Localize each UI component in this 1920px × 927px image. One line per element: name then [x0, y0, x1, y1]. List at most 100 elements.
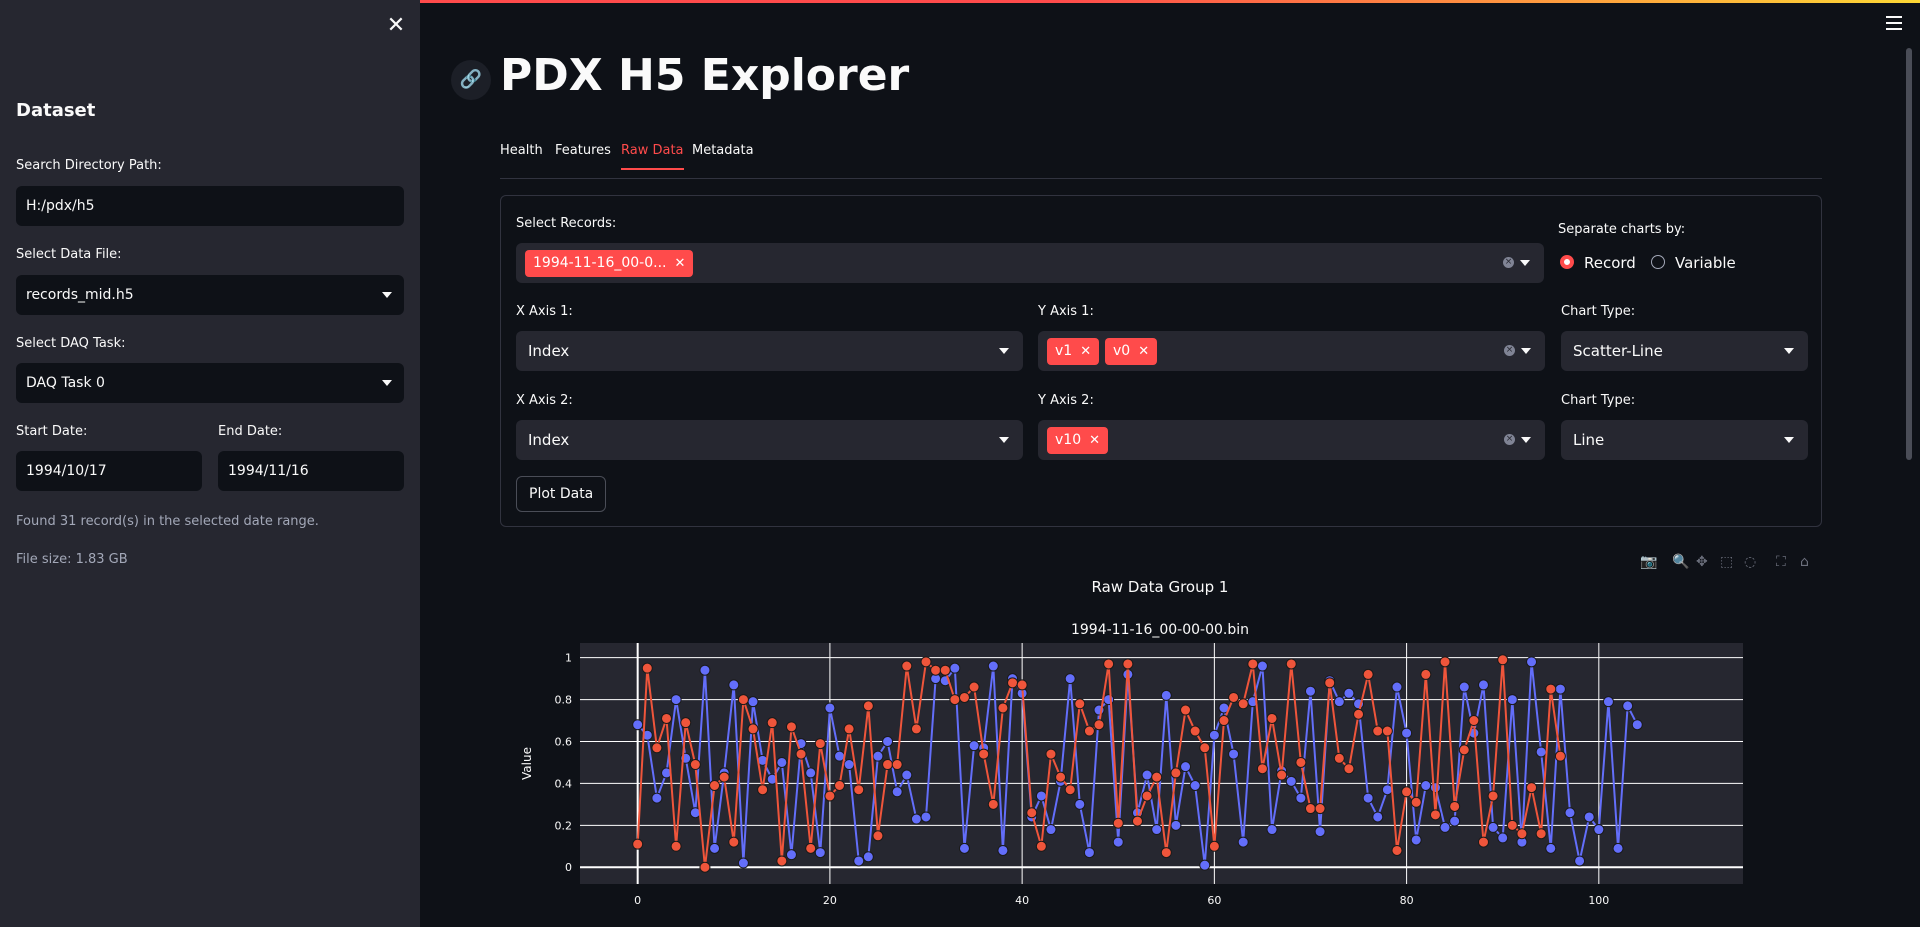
data-point-v1	[1083, 847, 1095, 859]
chart-type-2-value: Line	[1573, 431, 1605, 449]
clear-icon[interactable]: ×	[1503, 257, 1514, 268]
data-point-v0	[814, 738, 826, 750]
data-file-label: Select Data File:	[16, 247, 122, 262]
y-chip-v0[interactable]: v0 ✕	[1105, 338, 1158, 365]
data-point-v0	[1304, 803, 1316, 815]
start-date-input[interactable]: 1994/10/17	[16, 451, 202, 491]
plot-data-button[interactable]: Plot Data	[516, 476, 607, 512]
daq-task-select[interactable]: DAQ Task 0	[16, 363, 404, 403]
data-point-v0	[1295, 756, 1307, 768]
data-point-v0	[1506, 819, 1518, 831]
data-point-v0	[1381, 725, 1393, 737]
tab-features[interactable]: Features	[555, 143, 611, 168]
data-point-v1	[1497, 832, 1509, 844]
record-chip[interactable]: 1994-11-16_00-0... ✕	[525, 250, 694, 277]
y-chip-v1[interactable]: v1 ✕	[1047, 338, 1100, 365]
tab-health[interactable]: Health	[500, 143, 543, 168]
autoscale-icon[interactable]: ⛶	[1776, 554, 1786, 570]
data-point-v0	[997, 702, 1009, 714]
chevron-down-icon	[1784, 437, 1794, 443]
page-title: PDX H5 Explorer	[500, 50, 910, 101]
data-point-v0	[958, 691, 970, 703]
x-axis-2-select[interactable]: Index	[516, 420, 1023, 460]
tab-divider	[500, 178, 1822, 179]
data-point-v0	[1045, 748, 1057, 760]
y-chip-label: v1	[1055, 343, 1073, 359]
lasso-icon[interactable]: ◌	[1744, 554, 1756, 570]
data-point-v1	[1391, 681, 1403, 693]
y-chip-v10[interactable]: v10 ✕	[1047, 427, 1109, 454]
y-axis-2-multiselect[interactable]: v10 ✕ ×	[1038, 420, 1545, 460]
end-date-label: End Date:	[218, 424, 283, 439]
x-tick-label: 20	[823, 894, 837, 907]
clear-icon[interactable]: ×	[1504, 345, 1515, 356]
data-point-v0	[1314, 803, 1326, 815]
x-axis-1-select[interactable]: Index	[516, 331, 1023, 371]
zoom-icon[interactable]: 🔍	[1672, 554, 1689, 570]
sidebar: ✕ Dataset Search Directory Path: H:/pdx/…	[0, 0, 420, 927]
data-point-v0	[968, 681, 980, 693]
search-path-input[interactable]: H:/pdx/h5	[16, 186, 404, 226]
data-point-v1	[785, 849, 797, 861]
data-point-v0	[834, 780, 846, 792]
data-point-v1	[1602, 696, 1614, 708]
data-file-select[interactable]: records_mid.h5	[16, 275, 404, 315]
end-date-input[interactable]: 1994/11/16	[218, 451, 404, 491]
chart-type-2-select[interactable]: Line	[1561, 420, 1808, 460]
remove-chip-icon[interactable]: ✕	[675, 256, 686, 271]
record-chip-label: 1994-11-16_00-0...	[533, 255, 667, 271]
data-point-v0	[728, 836, 740, 848]
chevron-down-icon	[999, 348, 1009, 354]
radio-unselected-icon	[1651, 255, 1665, 269]
records-found-text: Found 31 record(s) in the selected date …	[16, 514, 319, 529]
clear-icon[interactable]: ×	[1504, 434, 1515, 445]
data-file-value: records_mid.h5	[26, 287, 134, 303]
y-tick-label: 0.8	[555, 694, 573, 707]
y-axis-1-label: Y Axis 1:	[1038, 304, 1094, 319]
data-point-v1	[997, 844, 1009, 856]
remove-chip-icon[interactable]: ✕	[1089, 433, 1100, 448]
data-point-v0	[1477, 836, 1489, 848]
close-icon[interactable]: ✕	[384, 14, 408, 38]
chevron-down-icon	[999, 437, 1009, 443]
records-multiselect[interactable]: 1994-11-16_00-0... ✕ ×	[516, 243, 1544, 283]
data-point-v0	[1410, 796, 1422, 808]
data-point-v0	[872, 830, 884, 842]
raw-data-chart[interactable]: 0 0.2 0.4 0.6 0.8 1 0 20 40 60 80 100 Value	[500, 630, 1820, 927]
data-point-v0	[1151, 771, 1163, 783]
tab-metadata[interactable]: Metadata	[692, 143, 754, 168]
data-point-v1	[1429, 782, 1441, 794]
data-point-v0	[1526, 782, 1538, 794]
box-select-icon[interactable]: ⬚	[1720, 554, 1733, 570]
tab-raw-data[interactable]: Raw Data	[621, 143, 684, 170]
pan-icon[interactable]: ✥	[1696, 554, 1708, 570]
y-tick-label: 0	[565, 861, 572, 874]
chart-type-1-select[interactable]: Scatter-Line	[1561, 331, 1808, 371]
data-point-v0	[795, 748, 807, 760]
page-scrollbar[interactable]	[1906, 48, 1912, 460]
data-point-v1	[1141, 769, 1153, 781]
hamburger-icon[interactable]	[1886, 16, 1902, 30]
data-point-v0	[1266, 712, 1278, 724]
data-point-v1	[1458, 681, 1470, 693]
data-point-v0	[1103, 658, 1115, 670]
data-point-v0	[1083, 725, 1095, 737]
home-icon[interactable]: ⌂	[1800, 554, 1809, 570]
data-point-v0	[920, 656, 932, 668]
data-point-v0	[1228, 691, 1240, 703]
data-point-v0	[1401, 786, 1413, 798]
camera-icon[interactable]: 📷	[1640, 554, 1657, 570]
remove-chip-icon[interactable]: ✕	[1138, 344, 1149, 359]
sidebar-heading: Dataset	[16, 100, 96, 121]
data-point-v0	[1429, 809, 1441, 821]
chevron-down-icon	[1521, 348, 1531, 354]
data-point-v0	[699, 861, 711, 873]
y-chip-label: v10	[1055, 432, 1082, 448]
data-point-v0	[670, 840, 682, 852]
data-point-v1	[1304, 685, 1316, 697]
remove-chip-icon[interactable]: ✕	[1080, 344, 1091, 359]
y-axis-1-multiselect[interactable]: v1 ✕ v0 ✕ ×	[1038, 331, 1545, 371]
x-axis-1-value: Index	[528, 342, 570, 360]
link-icon[interactable]: 🔗	[451, 60, 491, 100]
data-point-v1	[843, 759, 855, 771]
